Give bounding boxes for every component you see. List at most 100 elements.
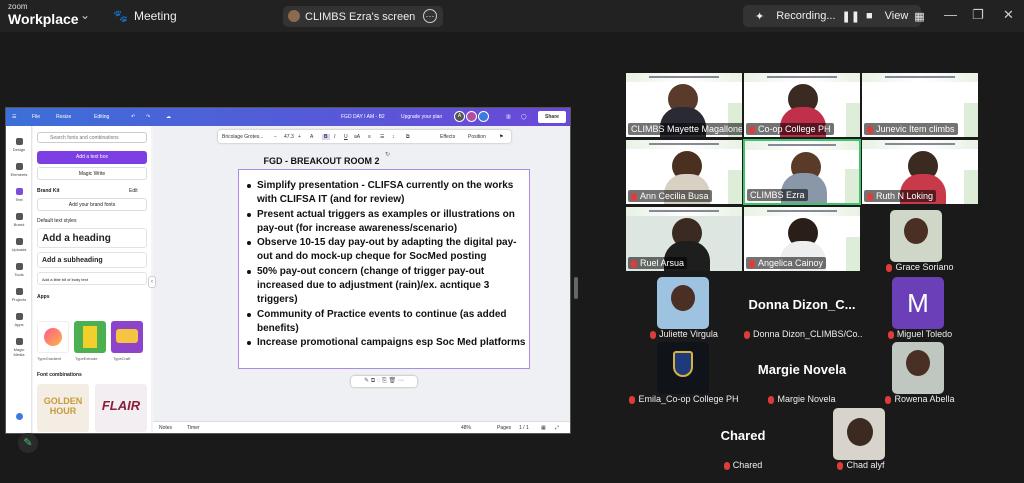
split-resize-handle[interactable] (574, 277, 578, 299)
underline-icon[interactable]: U (344, 134, 348, 140)
font-size-input[interactable]: 47.3 (284, 134, 294, 140)
rail-brand[interactable]: Brand (8, 213, 30, 227)
editing-menu[interactable]: Editing (94, 114, 109, 120)
video-tile[interactable]: Emila_Co-op College PH (626, 342, 742, 406)
add-subheading-button[interactable]: Add a subheading (37, 252, 147, 268)
rail-apps[interactable]: Apps (8, 313, 30, 327)
add-heading-button[interactable]: Add a heading (37, 228, 147, 248)
video-tile[interactable]: Ruth N Loking (862, 140, 978, 204)
list-item[interactable]: Observe 10-15 day pay-out by adapting th… (247, 236, 529, 265)
notes-button[interactable]: Notes (159, 425, 172, 431)
list-item[interactable]: Present actual triggers as examples or i… (247, 208, 529, 237)
pause-icon[interactable]: ❚❚ (842, 10, 860, 23)
add-body-text-button[interactable]: Add a little bit of body text (37, 272, 147, 285)
zoom-level[interactable]: 48% (461, 425, 471, 431)
chart-icon[interactable]: ▥ (506, 114, 511, 120)
rail-magic-media[interactable]: Magic Media (8, 338, 30, 357)
annotate-icon[interactable]: ✎ (18, 433, 38, 453)
avatar[interactable] (478, 111, 489, 122)
minimize-icon[interactable]: — (944, 7, 957, 22)
menu-icon[interactable]: ☰ (12, 114, 16, 120)
search-input[interactable]: Search fonts and combinations (37, 132, 147, 143)
rail-tools[interactable]: Tools (8, 263, 30, 277)
doc-title[interactable]: FGD DAY I AM - B2 (341, 114, 385, 120)
position-button[interactable]: Position (468, 134, 486, 140)
redo-icon[interactable]: ↷ (146, 114, 150, 120)
slide-title[interactable]: FGD - BREAKOUT ROOM 2 (239, 156, 404, 166)
video-tile[interactable]: Chad alyf (803, 408, 919, 472)
typeextrude-app[interactable] (74, 321, 106, 353)
video-tile[interactable]: Junevic Item climbs (862, 73, 978, 137)
font-size-decrease[interactable]: − (274, 134, 277, 140)
share-button[interactable]: Share (538, 111, 566, 123)
list-icon[interactable]: ☰ (380, 134, 384, 140)
italic-icon[interactable]: I (334, 134, 335, 140)
timer-button[interactable]: Timer (187, 425, 200, 431)
video-tile[interactable]: Ruel Arsua (626, 207, 742, 271)
golden-hour-combo[interactable]: GOLDEN HOUR (37, 384, 89, 432)
restore-icon[interactable]: ❐ (972, 7, 984, 23)
grid-icon[interactable]: ▦ (914, 10, 924, 23)
sparkle-icon[interactable]: ✦ (755, 10, 764, 23)
meeting-tab[interactable]: 🐾 Meeting (113, 9, 177, 23)
video-tile[interactable]: Ann Cecilia Busa (626, 140, 742, 204)
video-tile[interactable]: Co-op College PH (744, 73, 860, 137)
magic-write-button[interactable]: Magic Write (37, 167, 147, 180)
align-icon[interactable]: ≡ (368, 134, 371, 140)
add-text-box-button[interactable]: Add a text box (37, 151, 147, 164)
bold-button[interactable]: B (322, 134, 330, 140)
collapse-panel-icon[interactable]: ‹ (148, 276, 156, 288)
pages-button[interactable]: Pages (497, 425, 511, 431)
effects-button[interactable]: Effects (440, 134, 455, 140)
avatar[interactable]: A (454, 111, 465, 122)
close-icon[interactable]: ✕ (1003, 7, 1014, 23)
typegradient-app[interactable] (37, 321, 69, 353)
stop-icon[interactable]: ■ (866, 10, 873, 22)
rail-design[interactable]: Design (8, 138, 30, 152)
resize-menu[interactable]: Resize (56, 114, 71, 120)
rail-text[interactable]: Text (8, 188, 30, 202)
undo-icon[interactable]: ↶ (131, 114, 135, 120)
rail-elements[interactable]: Elements (8, 163, 30, 177)
grid-view-icon[interactable]: ▦ (541, 425, 546, 431)
slide-page[interactable]: FGD - BREAKOUT ROOM 2 Simplify presentat… (238, 156, 530, 369)
edit-link[interactable]: Edit (129, 188, 138, 194)
video-tile[interactable]: Rowena Abella (862, 342, 978, 406)
video-tile[interactable]: M Miguel Toledo (862, 277, 978, 341)
video-tile[interactable]: CLIMBS Mayette Magallones (626, 73, 742, 137)
zoom-logo[interactable]: zoom Workplace (8, 3, 79, 27)
font-size-increase[interactable]: + (298, 134, 301, 140)
text-color-icon[interactable]: A (310, 134, 313, 140)
fullscreen-icon[interactable]: ⤢ (555, 425, 559, 431)
font-select[interactable]: Bricolage Grotes... (222, 134, 263, 140)
video-tile[interactable]: Donna Dizon_C... Donna Dizon_CLIMBS/Co..… (744, 277, 865, 341)
case-icon[interactable]: aA (354, 134, 360, 140)
spacing-icon[interactable]: ↕ (392, 134, 395, 140)
shared-screen-pill[interactable]: CLIMBS Ezra's screen ··· (283, 6, 443, 27)
cloud-icon[interactable]: ☁ (166, 114, 171, 120)
upgrade-link[interactable]: Upgrade your plan (401, 114, 442, 120)
active-speaker-tile[interactable]: CLIMBS Ezra (743, 139, 861, 205)
format-icon[interactable]: ⧉ (406, 134, 410, 140)
recording-control[interactable]: ✦ Recording... ❚❚ ■ View ▦ (743, 5, 925, 27)
list-item[interactable]: Community of Practice events to continue… (247, 308, 529, 337)
list-item[interactable]: Simplify presentation - CLIFSA currently… (247, 179, 529, 208)
video-tile[interactable]: Chared Chared (685, 408, 801, 472)
list-item[interactable]: Increase promotional campaigns esp Soc M… (247, 336, 529, 350)
video-tile[interactable]: Juliette Virgula (626, 277, 742, 341)
avatar[interactable] (466, 111, 477, 122)
slide-bullet-list[interactable]: Simplify presentation - CLIFSA currently… (247, 179, 529, 351)
more-icon[interactable]: ··· (423, 9, 437, 23)
file-menu[interactable]: File (32, 114, 40, 120)
list-item[interactable]: 50% pay-out concern (change of trigger p… (247, 265, 529, 308)
element-mini-toolbar[interactable]: ✎ ⧉ ◌ ⎘ 🗑 ⋯ (351, 376, 417, 387)
add-brand-fonts-button[interactable]: Add your brand fonts (37, 198, 147, 211)
flair-combo[interactable]: FLAIR (95, 384, 147, 432)
video-tile[interactable]: Angelica Cainoy (744, 207, 860, 271)
chevron-down-icon[interactable]: ⌄ (80, 8, 90, 22)
rail-projects[interactable]: Projects (8, 288, 30, 302)
help-icon[interactable] (8, 413, 30, 422)
video-tile[interactable]: Grace Soriano (862, 210, 978, 274)
paint-icon[interactable]: ⚑ (499, 134, 503, 140)
video-tile[interactable]: Margie Novela Margie Novela (744, 342, 860, 406)
